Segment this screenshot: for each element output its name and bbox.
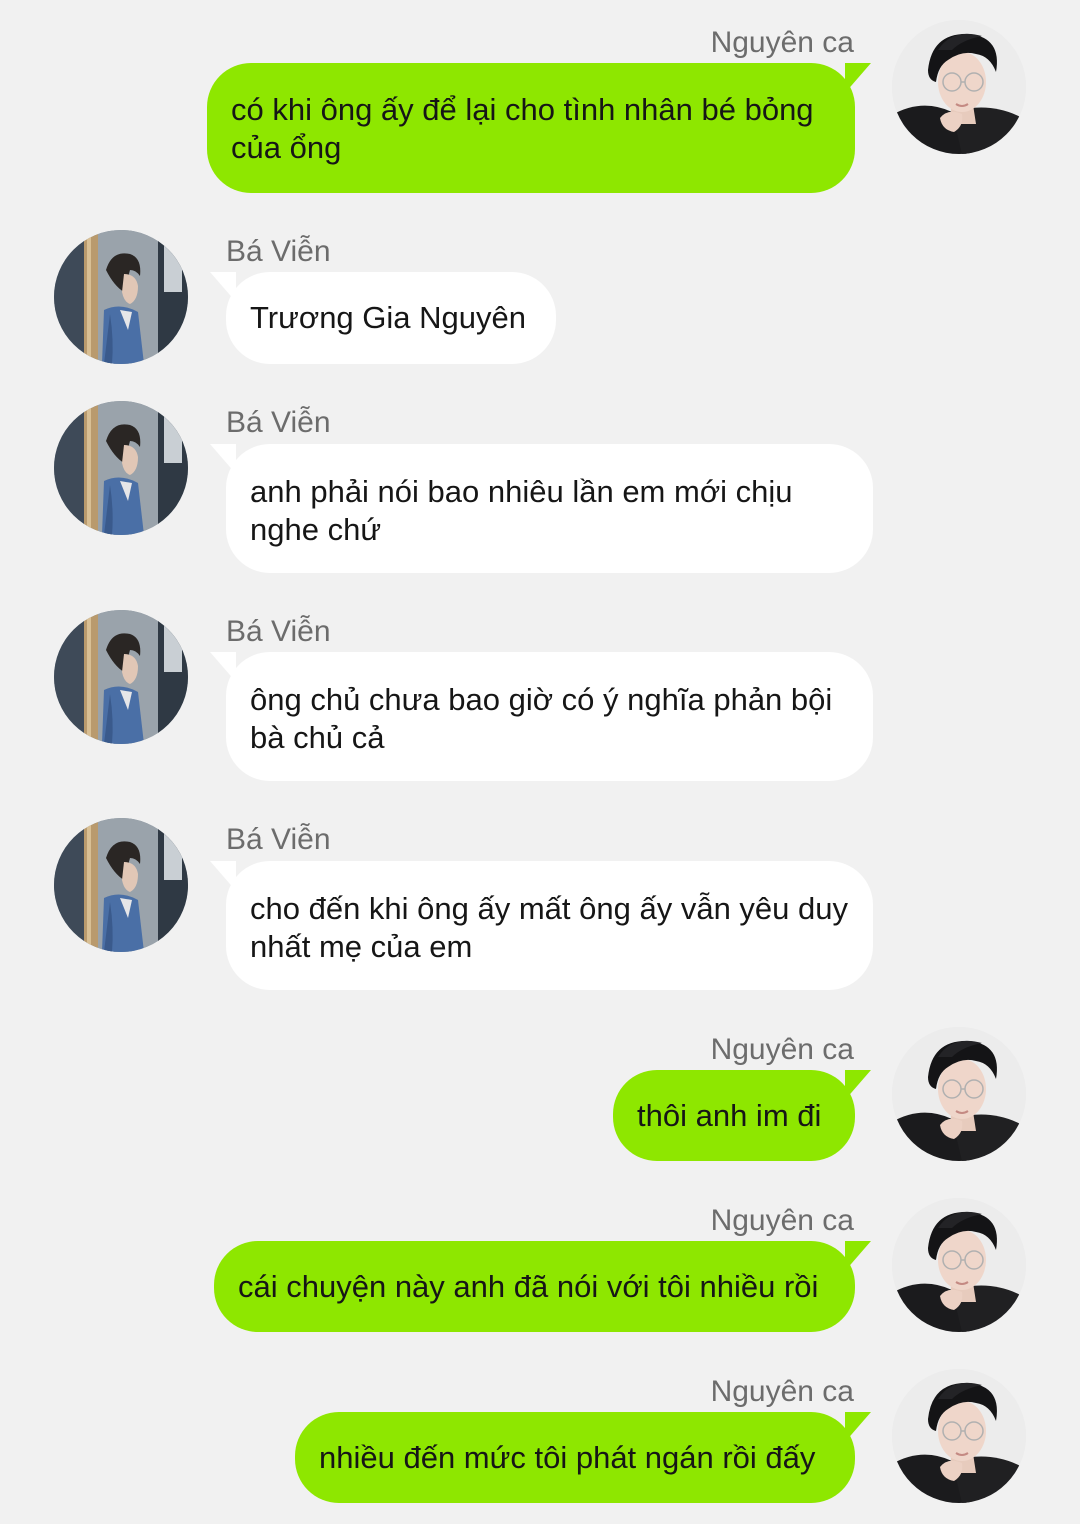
avatar-nguyen-ca-image (892, 1198, 1026, 1332)
message-bubble[interactable]: có khi ông ấy để lại cho tình nhân bé bỏ… (207, 63, 871, 193)
message-bubble[interactable]: ông chủ chưa bao giờ có ý nghĩa phản bội… (210, 652, 873, 781)
message-bubble[interactable]: cái chuyện này anh đã nói với tôi nhiều … (214, 1241, 871, 1332)
bubble-tail (210, 272, 236, 302)
sender-name: Bá Viễn (226, 235, 331, 268)
avatar-ba-vien-image (54, 610, 188, 744)
avatar-nguyen-ca-image (892, 20, 1026, 154)
avatar-ba-vien[interactable] (54, 818, 188, 952)
message-outgoing: Nguyên ca nhiều đến mức tôi phát ngán rồ… (0, 0, 1080, 1503)
message-bubble[interactable]: nhiều đến mức tôi phát ngán rồi đấy (295, 1412, 871, 1503)
sender-name: Bá Viễn (226, 823, 331, 856)
message-text: anh phải nói bao nhiêu lần em mới chịu n… (250, 474, 793, 547)
bubble-tail (845, 63, 871, 93)
message-text: cái chuyện này anh đã nói với tôi nhiều … (238, 1269, 819, 1304)
avatar-nguyen-ca[interactable] (892, 1198, 1026, 1332)
avatar-nguyen-ca-image (892, 1369, 1026, 1503)
avatar-nguyen-ca-image (892, 1027, 1026, 1161)
avatar-nguyen-ca[interactable] (892, 1027, 1026, 1161)
message-text: thôi anh im đi (637, 1098, 822, 1133)
message-bubble[interactable]: cho đến khi ông ấy mất ông ấy vẫn yêu du… (210, 861, 873, 990)
message-bubble[interactable]: anh phải nói bao nhiêu lần em mới chịu n… (210, 444, 873, 573)
sender-name: Nguyên ca (710, 1033, 854, 1066)
message-text: cho đến khi ông ấy mất ông ấy vẫn yêu du… (250, 891, 849, 964)
bubble-tail (845, 1412, 871, 1442)
message-text: có khi ông ấy để lại cho tình nhân bé bỏ… (231, 92, 814, 165)
sender-name: Nguyên ca (710, 1204, 854, 1237)
message-bubble[interactable]: Trương Gia Nguyên (210, 272, 556, 364)
bubble-tail (845, 1070, 871, 1100)
message-outgoing: Nguyên ca có khi ông ấy để lại cho tình … (0, 0, 1080, 200)
bubble-tail (210, 861, 236, 891)
sender-name: Nguyên ca (710, 26, 854, 59)
avatar-ba-vien-image (54, 230, 188, 364)
avatar-ba-vien-image (54, 401, 188, 535)
message-text: Trương Gia Nguyên (250, 300, 526, 335)
message-text: nhiều đến mức tôi phát ngán rồi đấy (319, 1440, 816, 1475)
sender-name: Bá Viễn (226, 406, 331, 439)
avatar-ba-vien[interactable] (54, 401, 188, 535)
sender-name: Bá Viễn (226, 615, 331, 648)
sender-name: Nguyên ca (710, 1375, 854, 1408)
avatar-ba-vien[interactable] (54, 230, 188, 364)
bubble-tail (210, 652, 236, 682)
avatar-ba-vien-image (54, 818, 188, 952)
bubble-tail (845, 1241, 871, 1271)
message-text: ông chủ chưa bao giờ có ý nghĩa phản bội… (250, 682, 833, 755)
avatar-ba-vien[interactable] (54, 610, 188, 744)
avatar-nguyen-ca[interactable] (892, 1369, 1026, 1503)
avatar-nguyen-ca[interactable] (892, 20, 1026, 154)
message-bubble[interactable]: thôi anh im đi (613, 1070, 871, 1161)
bubble-tail (210, 444, 236, 474)
